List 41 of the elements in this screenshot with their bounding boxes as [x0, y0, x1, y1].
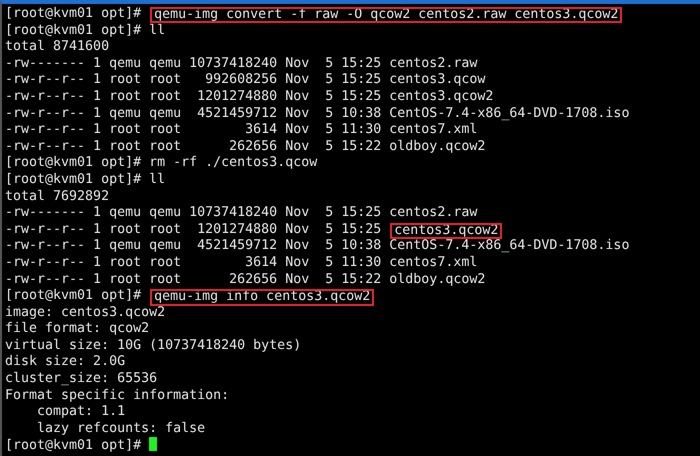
- output-text: virtual size: 10G (10737418240 bytes): [5, 338, 302, 353]
- prompt-text: [root@kvm01 opt]#: [5, 22, 142, 38]
- file-details: -rw-r--r-- 1 root root 3614 Nov 5 11:30: [5, 254, 382, 270]
- output-text: lazy refcounts: false: [36, 420, 206, 436]
- output-text: compat: 1.1: [36, 404, 126, 420]
- output-text: cluster_size: 65536: [5, 371, 158, 386]
- file-name: centos3.qcow2: [389, 88, 494, 104]
- command-text: ll: [149, 172, 166, 187]
- file-details: -rw-r--r-- 1 root root 992608256 Nov 5 15:25: [5, 72, 382, 88]
- command-text: ll: [149, 22, 166, 38]
- prompt-text: [root@kvm01 opt]#: [5, 288, 142, 304]
- file-details: -rw-r--r-- 1 root root 1201274880 Nov 5 15:25: [5, 88, 382, 104]
- file-details: -rw-r--r-- 1 root root 3614 Nov 5 11:30: [5, 122, 382, 138]
- file-name: oldboy.qcow2: [389, 138, 486, 154]
- command-text: rm -rf ./centos3.qcow: [149, 155, 318, 170]
- file-name: centos7.xml: [389, 254, 478, 270]
- output-text: disk size: 2.0G: [5, 354, 126, 370]
- output-text: file format: qcow2: [5, 321, 150, 336]
- output-text: total 8741600: [5, 39, 110, 54]
- file-name: centos2.raw: [389, 56, 478, 71]
- prompt-text: [root@kvm01 opt]#: [5, 438, 142, 454]
- prompt-text: [root@kvm01 opt]#: [5, 155, 142, 170]
- highlighted-file-name: centos3.qcow2: [392, 224, 500, 238]
- file-details: -rw-r--r-- 1 qemu qemu 4521459712 Nov 5 10:38: [5, 238, 382, 254]
- file-name: CentOS-7.4-x86_64-DVD-1708.iso: [389, 106, 630, 121]
- file-name: centos7.xml: [389, 122, 478, 138]
- file-name: centos2.raw: [389, 205, 478, 220]
- file-details: -rw-r--r-- 1 root root 262656 Nov 5 15:22: [5, 272, 382, 286]
- output-text: Format specific information:: [5, 388, 230, 403]
- file-name: centos3.qcow: [389, 72, 486, 88]
- output-text: total 7692892: [5, 188, 110, 204]
- file-name: oldboy.qcow2: [389, 272, 486, 286]
- file-details: -rw-r--r-- 1 root root 1201274880 Nov 5 15:25: [5, 222, 382, 237]
- file-details: -rw-r--r-- 1 qemu qemu 4521459712 Nov 5 10:38: [5, 106, 382, 121]
- output-text: image: centos3.qcow2: [5, 304, 166, 320]
- file-details: -rw------- 1 qemu qemu 10737418240 Nov 5 15:25: [5, 56, 382, 71]
- file-details: -rw------- 1 qemu qemu 10737418240 Nov 5 15:25: [5, 205, 382, 220]
- file-details: -rw-r--r-- 1 root root 262656 Nov 5 15:22: [5, 138, 382, 154]
- file-name: CentOS-7.4-x86_64-DVD-1708.iso: [389, 238, 630, 254]
- prompt-text: [root@kvm01 opt]#: [5, 6, 142, 21]
- prompt-text: [root@kvm01 opt]#: [5, 172, 142, 187]
